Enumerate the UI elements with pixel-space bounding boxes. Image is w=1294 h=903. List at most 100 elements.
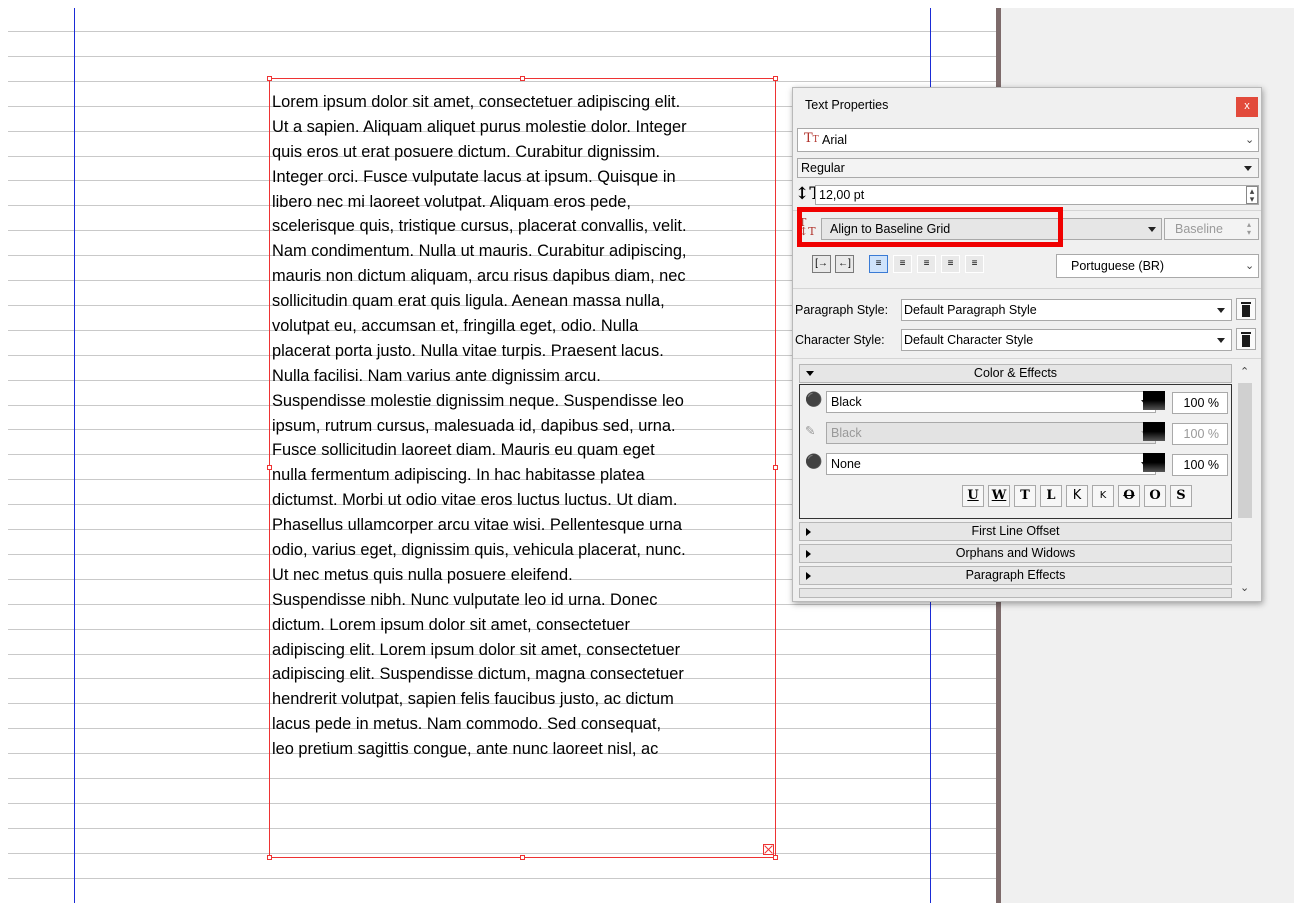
frame-handle-bottom-center[interactable] [520, 855, 525, 860]
text-line: dictum. Lorem ipsum dolor sit amet, cons… [272, 615, 631, 634]
text-line: nulla fermentum adipiscing. In hac habit… [272, 466, 645, 485]
text-line: sollicitudin quam erat quis ligula. Aene… [272, 292, 665, 311]
text-frame[interactable]: Lorem ipsum dolor sit amet, consectetuer… [269, 78, 776, 858]
align-left-icon[interactable]: ≡ [869, 255, 888, 273]
frame-handle-top-center[interactable] [520, 76, 525, 81]
align-right-icon[interactable]: ≡ [917, 255, 936, 273]
fill-swatch [1143, 391, 1165, 410]
scroll-thumb[interactable] [1238, 383, 1252, 518]
background-swatch [1143, 453, 1165, 472]
all-caps-icon[interactable]: K [1066, 485, 1088, 507]
frame-handle-middle-left[interactable] [267, 465, 272, 470]
background-color-value: None [831, 457, 861, 471]
color-effects-header[interactable]: Color & Effects [799, 364, 1232, 383]
fill-shade-input[interactable]: 100 % [1172, 392, 1228, 414]
frame-handle-middle-right[interactable] [773, 465, 778, 470]
baseline-offset-input[interactable]: Baseline ▴ ▾ [1164, 218, 1259, 240]
spinner-icon: ▴ ▾ [1247, 220, 1252, 237]
orphans-widows-header[interactable]: Orphans and Widows [799, 544, 1232, 563]
superscript-icon[interactable]: L [1040, 485, 1062, 507]
background-color-select[interactable]: None [826, 453, 1156, 475]
paragraph-style-label: Paragraph Style: [795, 303, 889, 317]
text-line: Ut nec metus quis nulla posuere eleifend… [272, 565, 573, 584]
align-force-justify-icon[interactable]: ≡ [965, 255, 984, 273]
stroke-swatch [1143, 422, 1165, 441]
font-size-value: 12,00 pt [819, 188, 865, 202]
first-line-offset-title: First Line Offset [971, 524, 1060, 538]
outline-icon[interactable]: O [1144, 485, 1166, 507]
font-family-value: Arial [822, 133, 848, 147]
delete-paragraph-style-icon[interactable] [1236, 298, 1256, 320]
frame-text: Lorem ipsum dolor sit amet, consectetuer… [272, 90, 782, 762]
paragraph-style-select[interactable]: Default Paragraph Style [901, 299, 1232, 321]
font-style-value: Regular [801, 161, 845, 175]
text-line: placerat porta justo. Nulla vitae turpis… [272, 341, 664, 360]
indent-left-icon[interactable]: ←] [835, 255, 854, 273]
shadow-icon[interactable]: S [1170, 485, 1192, 507]
text-line: Lorem ipsum dolor sit amet, consectetuer… [272, 93, 681, 111]
align-justify-icon[interactable]: ≡ [941, 255, 960, 273]
underline-words-icon[interactable]: W [988, 485, 1010, 507]
strikethrough-icon[interactable]: O [1118, 485, 1140, 507]
text-line: quis eros ut erat posuere dictum. Curabi… [272, 142, 661, 161]
stroke-color-icon: ✎ [805, 424, 816, 438]
font-family-select[interactable]: TT Arial ⌄ [797, 128, 1259, 152]
scroll-down-icon[interactable]: ⌄ [1240, 581, 1249, 594]
small-caps-icon[interactable]: K [1092, 485, 1114, 507]
text-line: scelerisque quis, tristique cursus, plac… [272, 217, 687, 236]
text-line: Ut a sapien. Aliquam aliquet purus moles… [272, 117, 687, 136]
first-line-offset-header[interactable]: First Line Offset [799, 522, 1232, 541]
grid-line [8, 55, 996, 57]
text-line: Phasellus ullamcorper arcu vitae wisi. P… [272, 516, 682, 535]
stroke-shade-input[interactable]: 100 % [1172, 423, 1228, 445]
frame-handle-top-right[interactable] [773, 76, 778, 81]
triangle-right-icon [806, 572, 811, 580]
underline-icon[interactable]: U [962, 485, 984, 507]
grid-line [8, 31, 996, 32]
text-line: leo pretium sagittis congue, ante nunc l… [272, 740, 659, 759]
grid-line [8, 877, 996, 879]
frame-handle-bottom-left[interactable] [267, 855, 272, 860]
chevron-down-icon: ⌄ [1245, 134, 1255, 146]
scroll-up-icon[interactable]: ⌃ [1240, 365, 1249, 378]
text-line: Integer orci. Fusce vulputate lacus at i… [272, 167, 676, 186]
subscript-icon[interactable]: T [1014, 485, 1036, 507]
character-style-label: Character Style: [795, 333, 885, 347]
highlight-annotation [797, 207, 1063, 247]
language-select[interactable]: Portuguese (BR) ⌄ [1056, 254, 1259, 278]
text-line: Suspendisse nibh. Nunc vulputate leo id … [272, 590, 658, 609]
delete-character-style-icon[interactable] [1236, 328, 1256, 350]
frame-handle-bottom-right[interactable] [773, 855, 778, 860]
orphans-widows-title: Orphans and Widows [955, 546, 1076, 560]
text-line: Fusce sollicitudin laoreet diam. Mauris … [272, 441, 655, 460]
align-center-icon[interactable]: ≡ [893, 255, 912, 273]
baseline-offset-value: Baseline [1175, 222, 1223, 236]
spinner-icon[interactable]: ▴ ▾ [1246, 186, 1258, 204]
triangle-right-icon [806, 528, 811, 536]
indent-right-icon[interactable]: [→ [812, 255, 831, 273]
close-button[interactable]: x [1236, 97, 1258, 117]
triangle-down-icon [806, 371, 814, 376]
text-line: volutpat eu, accumsan et, fringilla eget… [272, 317, 639, 336]
dropdown-arrow-icon [1217, 338, 1225, 343]
font-size-input[interactable]: 12,00 pt ▴ ▾ [815, 185, 1259, 205]
panel-scrollbar[interactable]: ⌃ ⌄ [1235, 363, 1255, 598]
panel-title: Text Properties [805, 98, 889, 112]
text-line: adipiscing elit. Suspendisse dictum, mag… [272, 665, 684, 684]
text-line: ipsum, rutrum cursus, malesuada id, dapi… [272, 416, 676, 435]
text-line: Nulla facilisi. Nam varius ante dignissi… [272, 366, 601, 385]
text-effects-toolbar: U W T L K K O O S [962, 485, 1222, 509]
stroke-color-select[interactable]: Black [826, 422, 1156, 444]
character-style-select[interactable]: Default Character Style [901, 329, 1232, 351]
dropdown-arrow-icon [1148, 227, 1156, 232]
paragraph-effects-header[interactable]: Paragraph Effects [799, 566, 1232, 585]
fill-color-select[interactable]: Black [826, 391, 1156, 413]
background-shade-input[interactable]: 100 % [1172, 454, 1228, 476]
dropdown-arrow-icon [1244, 166, 1252, 171]
more-sections-header[interactable] [799, 588, 1232, 598]
frame-handle-top-left[interactable] [267, 76, 272, 81]
background-color-icon: ⚫ [805, 453, 823, 469]
text-line: dictumst. Morbi ut odio vitae eros luctu… [272, 491, 678, 510]
font-style-select[interactable]: Regular [797, 158, 1259, 178]
text-overflow-icon[interactable] [763, 844, 774, 855]
